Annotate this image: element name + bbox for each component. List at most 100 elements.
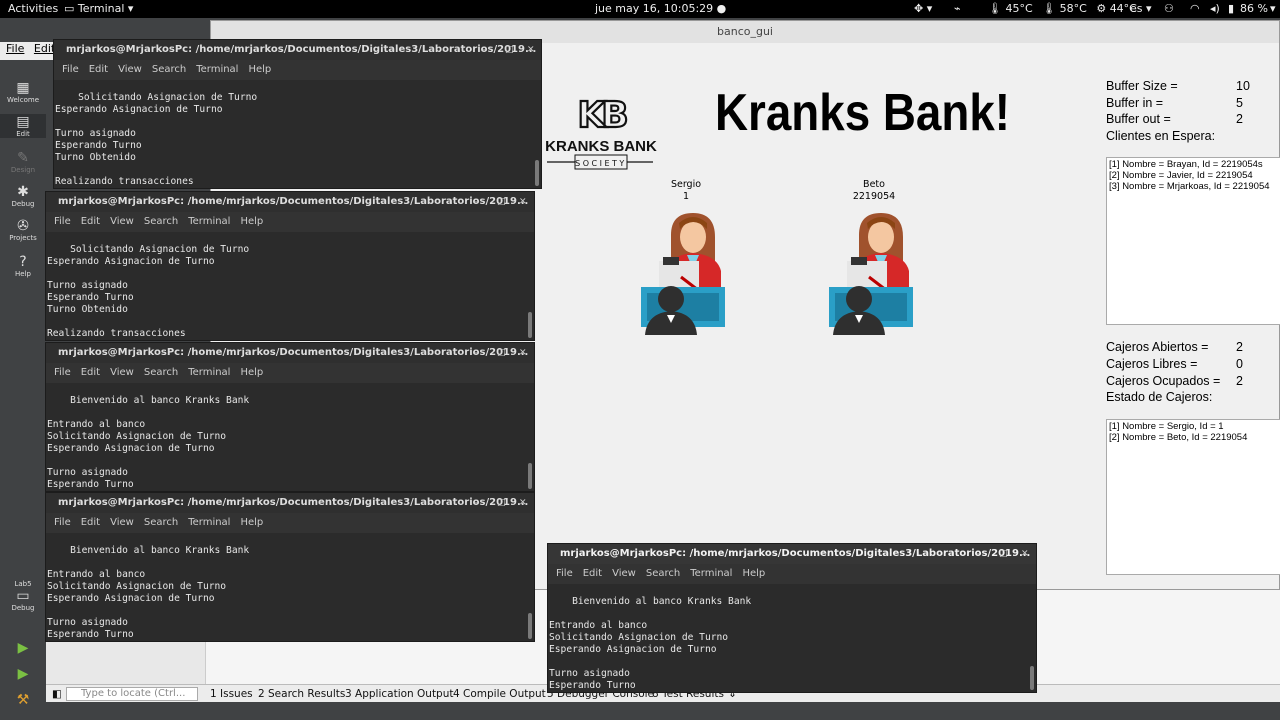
mode-design[interactable]: ✎ Design	[0, 150, 46, 174]
terminal-title-bar[interactable]: mrjarkos@MrjarkosPc: /home/mrjarkos/Docu…	[548, 544, 1036, 564]
temperature-indicator[interactable]: 🌡 45°C 🌡 58°C ⚙ 44°C	[988, 2, 1137, 15]
terminal-scrollbar[interactable]	[535, 160, 539, 186]
menu-file[interactable]: File	[54, 367, 71, 378]
menu-search[interactable]: Search	[152, 64, 186, 75]
close-icon[interactable]: ✕	[519, 493, 527, 513]
terminal-scrollbar[interactable]	[1030, 666, 1034, 690]
activities-button[interactable]: Activities	[8, 2, 58, 15]
extension-icon[interactable]: ✥ ▾	[914, 2, 932, 15]
menu-edit[interactable]: Edit	[583, 568, 602, 579]
menu-terminal[interactable]: Terminal	[196, 64, 238, 75]
menu-terminal[interactable]: Terminal	[690, 568, 732, 579]
terminal-output[interactable]: Solicitando Asignacion de Turno Esperand…	[54, 80, 533, 188]
debug-run-button[interactable]: ▶	[0, 666, 46, 682]
minimize-icon[interactable]: –	[976, 544, 981, 564]
menu-terminal[interactable]: Terminal	[188, 517, 230, 528]
terminal-title-bar[interactable]: mrjarkos@MrjarkosPc: /home/mrjarkos/Docu…	[46, 493, 534, 513]
qtc-menu-file[interactable]: File	[6, 42, 24, 55]
build-button[interactable]: ⚒	[0, 692, 46, 708]
menu-edit[interactable]: Edit	[81, 216, 100, 227]
clients-list[interactable]: [1] Nombre = Brayan, Id = 2219054s [2] N…	[1106, 157, 1280, 325]
volume-icon[interactable]: ◂)	[1210, 2, 1220, 15]
menu-edit[interactable]: Edit	[81, 367, 100, 378]
pane-compile-output[interactable]: 4 Compile Output	[453, 688, 546, 700]
maximize-icon[interactable]: □	[497, 192, 506, 212]
run-button[interactable]: ▶	[0, 640, 46, 656]
mode-projects[interactable]: ✇ Projects	[0, 218, 46, 242]
terminal-title-bar[interactable]: mrjarkos@MrjarkosPc: /home/mrjarkos/Docu…	[46, 192, 534, 212]
minimize-icon[interactable]: –	[482, 40, 487, 60]
menu-search[interactable]: Search	[144, 517, 178, 528]
terminal-output[interactable]: Solicitando Asignacion de Turno Esperand…	[46, 232, 526, 340]
terminal-output[interactable]: Bienvenido al banco Kranks Bank Entrando…	[46, 533, 526, 641]
menu-terminal[interactable]: Terminal	[188, 367, 230, 378]
menu-search[interactable]: Search	[144, 216, 178, 227]
maximize-icon[interactable]: □	[999, 544, 1008, 564]
terminal-scrollbar[interactable]	[528, 312, 532, 338]
menu-file[interactable]: File	[54, 216, 71, 227]
accessibility-icon[interactable]: ⚇	[1164, 2, 1174, 15]
battery-icon[interactable]: ▮	[1228, 2, 1234, 15]
mode-help[interactable]: ? Help	[0, 254, 46, 278]
clock[interactable]: jue may 16, 10:05:29 ●	[595, 2, 726, 15]
terminal-title-bar[interactable]: mrjarkos@MrjarkosPc: /home/mrjarkos/Docu…	[46, 343, 534, 363]
close-icon[interactable]: ✕	[519, 192, 527, 212]
system-menu-chevron-icon[interactable]: ▾	[1270, 2, 1276, 15]
menu-search[interactable]: Search	[646, 568, 680, 579]
terminal-title-bar[interactable]: mrjarkos@MrjarkosPc: /home/mrjarkos/Docu…	[54, 40, 541, 60]
pane-issues[interactable]: 1 Issues	[210, 688, 253, 700]
minimize-icon[interactable]: –	[474, 493, 479, 513]
terminal-scrollbar[interactable]	[528, 613, 532, 639]
list-item[interactable]: [2] Nombre = Beto, Id = 2219054	[1109, 432, 1278, 443]
app-menu[interactable]: ▭ Terminal ▾	[64, 2, 133, 15]
close-icon[interactable]: ✕	[519, 343, 527, 363]
toggle-sidebar-icon[interactable]: ◧	[52, 688, 62, 700]
list-item[interactable]: [3] Nombre = Mrjarkoas, Id = 2219054	[1109, 181, 1278, 192]
menu-terminal[interactable]: Terminal	[188, 216, 230, 227]
wifi-icon[interactable]: ◠	[1190, 2, 1200, 15]
close-icon[interactable]: ✕	[1021, 544, 1029, 564]
mode-welcome[interactable]: ▦ Welcome	[0, 80, 46, 104]
list-item[interactable]: [1] Nombre = Sergio, Id = 1	[1109, 421, 1278, 432]
pane-application-output[interactable]: 3 Application Output	[345, 688, 454, 700]
menu-help[interactable]: Help	[240, 216, 263, 227]
terminal-window-1[interactable]: mrjarkos@MrjarkosPc: /home/mrjarkos/Docu…	[53, 39, 542, 189]
maximize-icon[interactable]: □	[497, 343, 506, 363]
pane-search-results[interactable]: 2 Search Results	[258, 688, 345, 700]
menu-file[interactable]: File	[556, 568, 573, 579]
menu-view[interactable]: View	[110, 216, 134, 227]
minimize-icon[interactable]: –	[474, 192, 479, 212]
menu-view[interactable]: View	[118, 64, 142, 75]
cajeros-list[interactable]: [1] Nombre = Sergio, Id = 1 [2] Nombre =…	[1106, 419, 1280, 575]
menu-edit[interactable]: Edit	[81, 517, 100, 528]
mode-edit[interactable]: ▤ Edit	[0, 114, 46, 138]
list-item[interactable]: [1] Nombre = Brayan, Id = 2219054s	[1109, 159, 1278, 170]
menu-view[interactable]: View	[110, 367, 134, 378]
menu-file[interactable]: File	[54, 517, 71, 528]
terminal-output[interactable]: Bienvenido al banco Kranks Bank Entrando…	[46, 383, 526, 491]
terminal-window-2[interactable]: mrjarkos@MrjarkosPc: /home/mrjarkos/Docu…	[45, 191, 535, 341]
terminal-output[interactable]: Bienvenido al banco Kranks Bank Entrando…	[548, 584, 1028, 692]
menu-help[interactable]: Help	[240, 517, 263, 528]
maximize-icon[interactable]: □	[505, 40, 514, 60]
usb-icon[interactable]: ⌁	[954, 2, 961, 15]
menu-edit[interactable]: Edit	[89, 64, 108, 75]
menu-view[interactable]: View	[110, 517, 134, 528]
minimize-icon[interactable]: –	[474, 343, 479, 363]
close-icon[interactable]: ✕	[527, 40, 535, 60]
menu-view[interactable]: View	[612, 568, 636, 579]
maximize-icon[interactable]: □	[497, 493, 506, 513]
terminal-window-4[interactable]: mrjarkos@MrjarkosPc: /home/mrjarkos/Docu…	[45, 492, 535, 642]
kit-selector[interactable]: Lab5 ▭ Debug	[0, 580, 46, 612]
menu-file[interactable]: File	[62, 64, 79, 75]
keyboard-layout[interactable]: es ▾	[1130, 2, 1152, 15]
terminal-window-3[interactable]: mrjarkos@MrjarkosPc: /home/mrjarkos/Docu…	[45, 342, 535, 492]
locator-input[interactable]: Type to locate (Ctrl...	[66, 687, 198, 701]
terminal-scrollbar[interactable]	[528, 463, 532, 489]
menu-help[interactable]: Help	[248, 64, 271, 75]
list-item[interactable]: [2] Nombre = Javier, Id = 2219054	[1109, 170, 1278, 181]
menu-help[interactable]: Help	[742, 568, 765, 579]
menu-search[interactable]: Search	[144, 367, 178, 378]
menu-help[interactable]: Help	[240, 367, 263, 378]
mode-debug[interactable]: ✱ Debug	[0, 184, 46, 208]
